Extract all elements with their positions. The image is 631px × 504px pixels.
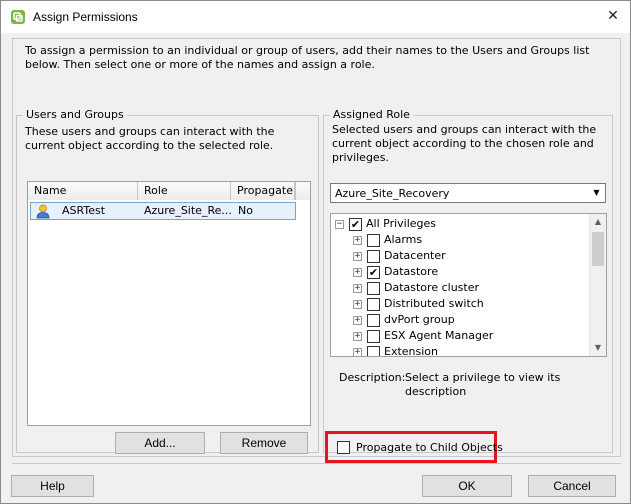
cancel-button[interactable]: Cancel <box>528 475 616 497</box>
propagate-checkbox[interactable] <box>337 441 350 454</box>
scroll-thumb[interactable] <box>592 232 604 266</box>
header-corner <box>295 182 310 200</box>
privilege-checkbox[interactable] <box>367 313 380 327</box>
privilege-checkbox[interactable] <box>367 329 380 343</box>
row-role: Azure_Site_Re... <box>144 204 232 217</box>
role-select[interactable]: Azure_Site_Recovery ▼ <box>330 183 606 203</box>
remove-button[interactable]: Remove <box>220 432 308 454</box>
column-header-propagate[interactable]: Propagate <box>231 182 295 200</box>
footer-divider <box>12 463 621 464</box>
column-header-name[interactable]: Name <box>28 182 138 200</box>
table-header: Name Role Propagate <box>28 182 310 200</box>
users-groups-legend: Users and Groups <box>23 108 127 122</box>
role-select-value: Azure_Site_Recovery <box>335 187 450 200</box>
users-groups-group: Users and Groups These users and groups … <box>16 108 319 454</box>
expand-icon[interactable]: + <box>353 315 362 325</box>
privilege-label[interactable]: Datastore <box>384 264 438 280</box>
description-label: Description: <box>339 371 406 384</box>
user-icon <box>36 204 50 219</box>
tree-item[interactable]: + Distributed switch <box>353 296 484 312</box>
window-title: Assign Permissions <box>33 10 138 24</box>
title-bar: Assign Permissions ✕ <box>1 1 630 33</box>
expand-icon[interactable]: + <box>353 267 362 277</box>
expand-icon[interactable]: + <box>353 331 362 341</box>
expand-icon[interactable]: + <box>353 347 362 356</box>
intro-text: To assign a permission to an individual … <box>25 44 590 71</box>
tree-item[interactable]: + dvPort group <box>353 312 455 328</box>
description-value: Select a privilege to view its descripti… <box>405 371 561 398</box>
chevron-down-icon[interactable]: ▼ <box>589 185 604 201</box>
privilege-checkbox[interactable] <box>367 249 380 263</box>
propagate-label[interactable]: Propagate to Child Objects <box>356 441 503 455</box>
tree-item[interactable]: + Datastore cluster <box>353 280 479 296</box>
vsphere-app-icon <box>10 9 26 25</box>
privilege-checkbox[interactable] <box>367 281 380 295</box>
expand-icon[interactable]: + <box>353 251 362 261</box>
collapse-icon[interactable]: − <box>335 219 344 229</box>
tree-item[interactable]: + ✔ Datastore <box>353 264 438 280</box>
tree-item[interactable]: − ✔ All Privileges <box>335 216 436 232</box>
privilege-label[interactable]: Extension <box>384 344 438 356</box>
add-button[interactable]: Add... <box>115 432 205 454</box>
expand-icon[interactable]: + <box>353 235 362 245</box>
privilege-label[interactable]: All Privileges <box>366 216 436 232</box>
users-table[interactable]: Name Role Propagate ASRTest Azure_Site_R… <box>27 181 311 426</box>
column-header-role[interactable]: Role <box>138 182 231 200</box>
privilege-checkbox[interactable] <box>367 297 380 311</box>
tree-item[interactable]: + Alarms <box>353 232 422 248</box>
privileges-tree[interactable]: − ✔ All Privileges + Alarms + Datacenter + ✔ Data… <box>330 213 607 357</box>
privilege-label[interactable]: Datastore cluster <box>384 280 479 296</box>
assigned-role-description: Selected users and groups can interact w… <box>332 123 597 164</box>
privilege-label[interactable]: ESX Agent Manager <box>384 328 493 344</box>
privilege-label[interactable]: Distributed switch <box>384 296 484 312</box>
ok-button[interactable]: OK <box>422 475 512 497</box>
privilege-label[interactable]: Alarms <box>384 232 422 248</box>
tree-item[interactable]: + Datacenter <box>353 248 446 264</box>
expand-icon[interactable]: + <box>353 299 362 309</box>
users-groups-description: These users and groups can interact with… <box>25 125 275 152</box>
tree-item[interactable]: + ESX Agent Manager <box>353 328 493 344</box>
table-row[interactable]: ASRTest Azure_Site_Re... No <box>30 202 296 220</box>
assign-permissions-dialog: Assign Permissions ✕ To assign a permiss… <box>0 0 631 504</box>
privilege-checkbox[interactable] <box>367 345 380 356</box>
privilege-label[interactable]: dvPort group <box>384 312 455 328</box>
privilege-checkbox[interactable]: ✔ <box>367 265 380 279</box>
privilege-checkbox[interactable]: ✔ <box>349 217 362 231</box>
close-icon[interactable]: ✕ <box>604 7 622 25</box>
assigned-role-group: Assigned Role Selected users and groups … <box>323 108 613 453</box>
tree-scrollbar[interactable]: ▲ ▼ <box>589 214 606 356</box>
privilege-checkbox[interactable] <box>367 233 380 247</box>
expand-icon[interactable]: + <box>353 283 362 293</box>
main-panel: To assign a permission to an individual … <box>12 38 621 457</box>
tree-item[interactable]: + Extension <box>353 344 438 356</box>
help-button[interactable]: Help <box>11 475 94 497</box>
scroll-up-icon[interactable]: ▲ <box>590 214 606 230</box>
privilege-label[interactable]: Datacenter <box>384 248 446 264</box>
assigned-role-legend: Assigned Role <box>330 108 413 122</box>
row-propagate: No <box>238 204 253 217</box>
scroll-down-icon[interactable]: ▼ <box>590 340 606 356</box>
row-name: ASRTest <box>62 204 106 217</box>
